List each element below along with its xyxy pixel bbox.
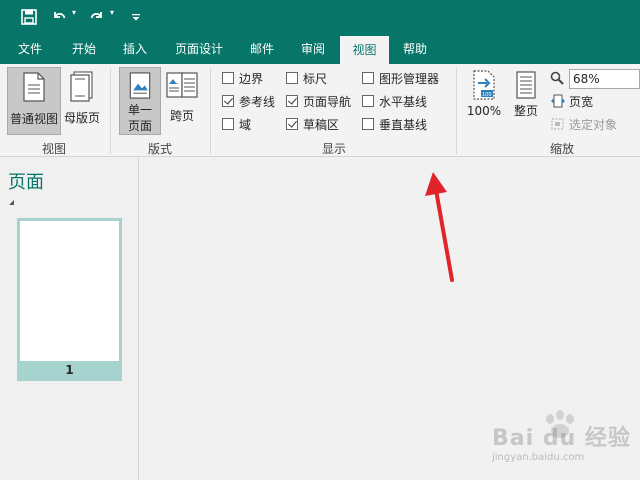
watermark-url: jingyan.baidu.com	[492, 452, 585, 463]
checkbox-page-navigation-label: 页面导航	[303, 94, 352, 109]
normal-view-label: 普通视图	[9, 112, 58, 126]
checkbox-horizontal-baseline[interactable]: 水平基线	[362, 92, 427, 110]
checkbox-fields[interactable]: 域	[222, 115, 251, 133]
selected-objects-label: 选定对象	[569, 117, 618, 132]
page-width-button[interactable]: 页宽	[550, 92, 593, 110]
master-page-label: 母版页	[63, 111, 100, 125]
single-page-icon	[129, 72, 151, 99]
checkbox-vertical-baseline-label: 垂直基线	[379, 117, 428, 132]
tab-mailings[interactable]: 邮件	[240, 34, 284, 64]
redo-icon[interactable]	[86, 5, 108, 29]
page-thumbnail-preview[interactable]	[20, 221, 119, 361]
whole-page-icon	[516, 71, 536, 99]
checkbox-boundaries[interactable]: 边界	[222, 69, 263, 87]
zoom-magnifier-icon	[550, 69, 564, 87]
two-page-spread-icon	[166, 72, 198, 98]
group-label-zoom: 缩放	[549, 142, 574, 156]
customize-qat-icon[interactable]	[128, 5, 144, 29]
checkbox-rulers-label: 标尺	[303, 71, 328, 86]
checkbox-guides[interactable]: 参考线	[222, 92, 275, 110]
checkbox-scratch-area[interactable]: 草稿区	[286, 115, 339, 133]
single-page-label-2: 页面	[127, 119, 152, 133]
redo-dropdown-icon[interactable]: ▾	[110, 8, 114, 17]
group-label-show: 显示	[321, 142, 346, 156]
single-page-label-1: 单一	[127, 103, 152, 117]
zoom-100-icon: 100	[473, 70, 495, 100]
ribbon-view: 普通视图 母版页 视图 单一 页面 跨页 版式 边界 参考线 域 标尺 页面导航…	[0, 64, 640, 157]
checkbox-fields-label: 域	[239, 117, 252, 132]
group-separator	[210, 68, 211, 154]
annotation-arrow-icon	[425, 172, 454, 282]
group-label-layout: 版式	[147, 142, 172, 156]
pane-title: 页面	[8, 172, 44, 193]
checkbox-scratch-area-box[interactable]	[286, 118, 298, 130]
group-separator	[110, 68, 111, 154]
undo-icon[interactable]	[48, 5, 70, 29]
two-page-spread-button[interactable]: 跨页	[162, 67, 202, 135]
checkbox-scratch-area-label: 草稿区	[303, 117, 340, 132]
quick-access-toolbar: ▾ ▾	[0, 0, 640, 34]
whole-page-button[interactable]: 整页	[507, 67, 545, 125]
checkbox-fields-box[interactable]	[222, 118, 234, 130]
checkbox-horizontal-baseline-box[interactable]	[362, 95, 374, 107]
tab-help[interactable]: 帮助	[393, 34, 437, 64]
selected-objects-icon	[551, 118, 564, 130]
checkbox-horizontal-baseline-label: 水平基线	[379, 94, 428, 109]
checkbox-boundaries-label: 边界	[239, 71, 264, 86]
zoom-level-input[interactable]: 68%	[569, 69, 640, 89]
save-icon[interactable]	[17, 5, 41, 29]
checkbox-graphics-manager[interactable]: 图形管理器	[362, 69, 439, 87]
checkbox-boundaries-box[interactable]	[222, 72, 234, 84]
checkbox-vertical-baseline-box[interactable]	[362, 118, 374, 130]
checkbox-rulers[interactable]: 标尺	[286, 69, 327, 87]
collapse-triangle-icon[interactable]	[9, 200, 14, 205]
master-page-icon	[70, 71, 93, 102]
page-width-icon	[551, 94, 565, 108]
tab-page-design[interactable]: 页面设计	[164, 34, 234, 64]
checkbox-guides-box[interactable]	[222, 95, 234, 107]
tab-view[interactable]: 视图	[340, 36, 389, 64]
checkbox-guides-label: 参考线	[239, 94, 276, 109]
watermark-brand: Bai du 经验	[492, 426, 631, 451]
undo-dropdown-icon[interactable]: ▾	[72, 8, 76, 17]
zoom-100-label: 100%	[466, 104, 502, 118]
checkbox-graphics-manager-box[interactable]	[362, 72, 374, 84]
single-page-button[interactable]: 单一 页面	[119, 67, 161, 135]
group-separator	[456, 68, 457, 154]
master-page-button[interactable]: 母版页	[62, 67, 102, 135]
page-width-label: 页宽	[569, 94, 594, 109]
normal-view-icon	[23, 72, 45, 102]
group-label-view: 视图	[41, 142, 66, 156]
checkbox-rulers-box[interactable]	[286, 72, 298, 84]
tab-insert[interactable]: 插入	[113, 34, 157, 64]
checkbox-graphics-manager-label: 图形管理器	[379, 71, 440, 86]
whole-page-label: 整页	[513, 104, 538, 118]
tab-file[interactable]: 文件	[8, 34, 52, 64]
checkbox-vertical-baseline[interactable]: 垂直基线	[362, 115, 427, 133]
selected-objects-button[interactable]: 选定对象	[550, 115, 617, 133]
checkbox-page-navigation-box[interactable]	[286, 95, 298, 107]
tab-home[interactable]: 开始	[62, 34, 106, 64]
normal-view-button[interactable]: 普通视图	[7, 67, 61, 135]
two-page-spread-label: 跨页	[169, 109, 194, 123]
ribbon-tabs: 文件 开始 插入 页面设计 邮件 审阅 视图 帮助	[0, 34, 640, 64]
tab-review[interactable]: 审阅	[291, 34, 335, 64]
page-thumbnail-number: 1	[65, 363, 74, 377]
zoom-100-button[interactable]: 100 100%	[465, 67, 503, 125]
checkbox-page-navigation[interactable]: 页面导航	[286, 92, 351, 110]
svg-text:100: 100	[482, 92, 492, 98]
